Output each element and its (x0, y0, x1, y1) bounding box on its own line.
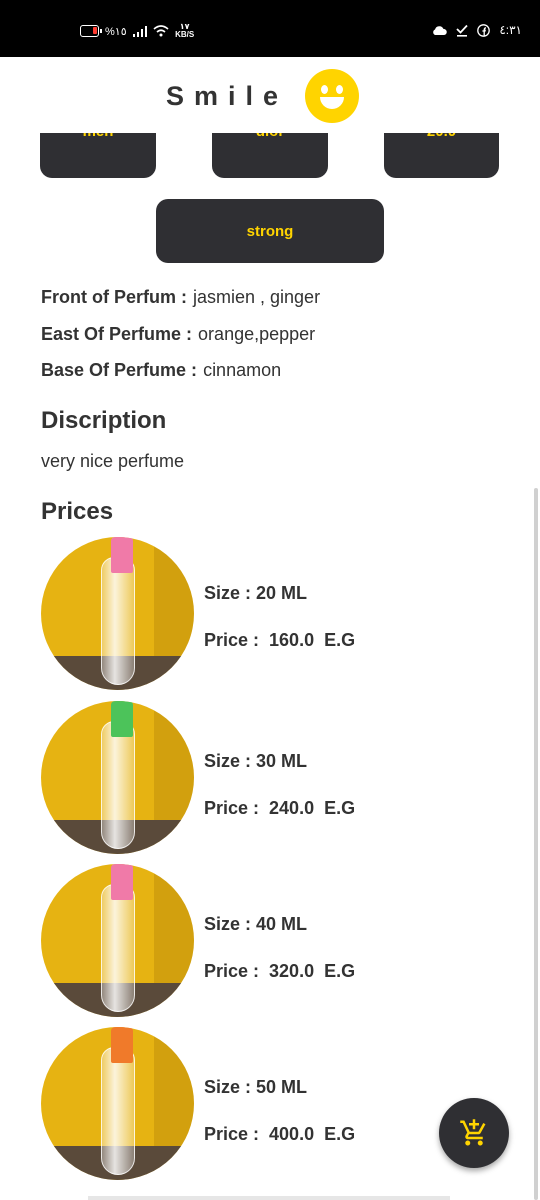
note-row: Front of Perfum : jasmien , ginger (41, 287, 320, 324)
bottle-cap (111, 537, 133, 573)
add-to-cart-icon (460, 1119, 486, 1146)
cloud-icon (433, 25, 448, 35)
price-label: Price : 240.0 E.G (204, 798, 356, 818)
note-value: orange,pepper (198, 323, 316, 344)
price-item[interactable]: Size : 40 ML Price : 320.0 E.G (41, 864, 441, 1018)
description-title: Discription (41, 407, 167, 434)
bottle-photo (41, 864, 194, 1017)
size-label: Size : 20 ML (204, 583, 308, 603)
note-key: Front of Perfum : (41, 287, 187, 307)
battery-percent: %١٥ (105, 25, 127, 38)
note-key: East Of Perfume : (41, 323, 193, 344)
wifi-icon (153, 25, 169, 37)
size-label: Size : 30 ML (204, 751, 308, 771)
size-label: Size : 50 ML (204, 1077, 308, 1097)
bottle-cap (111, 1027, 133, 1063)
network-speed: ١٧ KB/S (175, 23, 194, 39)
battery-icon (80, 25, 102, 37)
bottle-photo (41, 537, 194, 690)
clock: ٤:٣١ (499, 23, 522, 37)
price-label: Price : 400.0 E.G (204, 1124, 356, 1144)
bottle-photo (41, 701, 194, 854)
note-row: Base Of Perfume : cinnamon (41, 360, 320, 397)
price-label: Price : 160.0 E.G (204, 630, 356, 650)
bottle-cap (111, 701, 133, 737)
price-item[interactable]: Size : 20 ML Price : 160.0 E.G (41, 537, 441, 691)
network-speed-unit: KB/S (175, 30, 195, 39)
scrollbar[interactable] (534, 488, 538, 1200)
status-right: ٤:٣١ (431, 23, 522, 37)
bottle-cap (111, 864, 133, 900)
chip-strength[interactable]: strong (156, 199, 384, 263)
price-item[interactable]: Size : 50 ML Price : 400.0 E.G (41, 1027, 441, 1181)
app-header: Smile (0, 57, 540, 133)
status-bar: %١٥ ١٧ KB/S ٤:٣١ (0, 0, 540, 57)
note-value: jasmien , ginger (193, 287, 321, 307)
bottom-divider (88, 1196, 450, 1200)
facebook-icon (477, 23, 491, 37)
note-key: Base Of Perfume : (41, 360, 198, 380)
price-label: Price : 320.0 E.G (204, 961, 356, 981)
download-done-icon (456, 24, 468, 37)
signal-icon (132, 25, 148, 37)
prices-title: Prices (41, 498, 114, 525)
smiley-logo-icon (305, 69, 359, 123)
note-value: cinnamon (203, 360, 282, 380)
description-text: very nice perfume (41, 451, 185, 471)
bottle-photo (41, 1027, 194, 1180)
status-left: %١٥ ١٧ KB/S (80, 23, 194, 39)
size-label: Size : 40 ML (204, 914, 308, 934)
add-to-cart-button[interactable] (439, 1098, 509, 1168)
price-item[interactable]: Size : 30 ML Price : 240.0 E.G (41, 701, 441, 855)
perfume-notes: Front of Perfum : jasmien , ginger East … (41, 287, 320, 397)
note-row: East Of Perfume : orange,pepper (41, 324, 320, 361)
brand-title: Smile (166, 81, 289, 111)
chip-strength-label: strong (246, 222, 294, 240)
